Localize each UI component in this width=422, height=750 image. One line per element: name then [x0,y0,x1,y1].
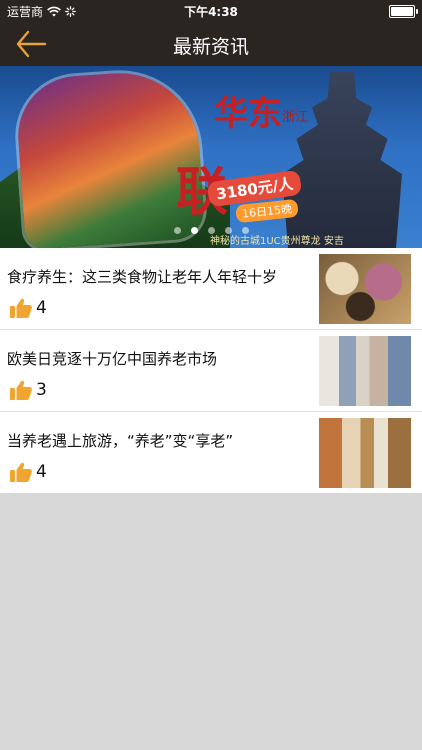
like-group[interactable]: 3 [10,380,47,400]
like-group[interactable]: 4 [10,298,47,318]
news-item[interactable]: 欧美日竞逐十万亿中国养老市场 3 [0,330,422,412]
news-item[interactable]: 食疗养生：这三类食物让老年人年轻十岁 4 [0,248,422,330]
carousel-dot[interactable] [190,227,198,234]
thumbs-up-icon [10,380,32,400]
status-time: 下午4:38 [184,5,238,19]
promo-banner[interactable]: 华东 浙江 联 3180元/人 16日15晚 神秘的古城1UC贵州尊龙 安吉 [0,66,422,248]
route-text: 神秘的古城1UC贵州尊龙 安吉 [210,236,344,247]
pagoda-graphic [282,72,402,248]
nav-bar: 最新资讯 [0,22,422,66]
top-bar: 运营商 下午4:38 最新资讯 [0,0,422,66]
travel-thumbnail [319,418,411,488]
screen: 运营商 下午4:38 最新资讯 华东 浙江 联 3180元/人 16日15晚 神… [0,0,422,750]
banner-headline: 华东 [214,94,282,134]
news-title: 食疗养生：这三类食物让老年人年轻十岁 [7,268,278,286]
news-title: 当养老遇上旅游，“养老”变“享老” [7,432,234,450]
thumbs-up-icon [10,462,32,482]
food-thumbnail [319,254,411,324]
like-count: 4 [36,462,47,482]
like-count: 4 [36,298,47,318]
carousel-dot[interactable] [207,227,215,234]
news-list: 食疗养生：这三类食物让老年人年轻十岁 4 欧美日竞逐十万亿中国养老市场 3 当养… [0,248,422,493]
thumbs-up-icon [10,298,32,318]
carousel-dot[interactable] [173,227,181,234]
news-item[interactable]: 当养老遇上旅游，“养老”变“享老” 4 [0,412,422,493]
carousel-dot[interactable] [224,227,232,234]
like-group[interactable]: 4 [10,462,47,482]
carousel-dots [0,227,422,234]
battery-fill [391,7,413,16]
page-title: 最新资讯 [172,36,249,58]
carousel-dot[interactable] [241,227,249,234]
battery-icon [389,5,418,18]
news-title: 欧美日竞逐十万亿中国养老市场 [7,350,218,368]
like-count: 3 [36,380,47,400]
elders-thumbnail [319,336,411,406]
banner-region: 浙江 [282,110,309,125]
status-bar: 运营商 下午4:38 [0,0,422,22]
